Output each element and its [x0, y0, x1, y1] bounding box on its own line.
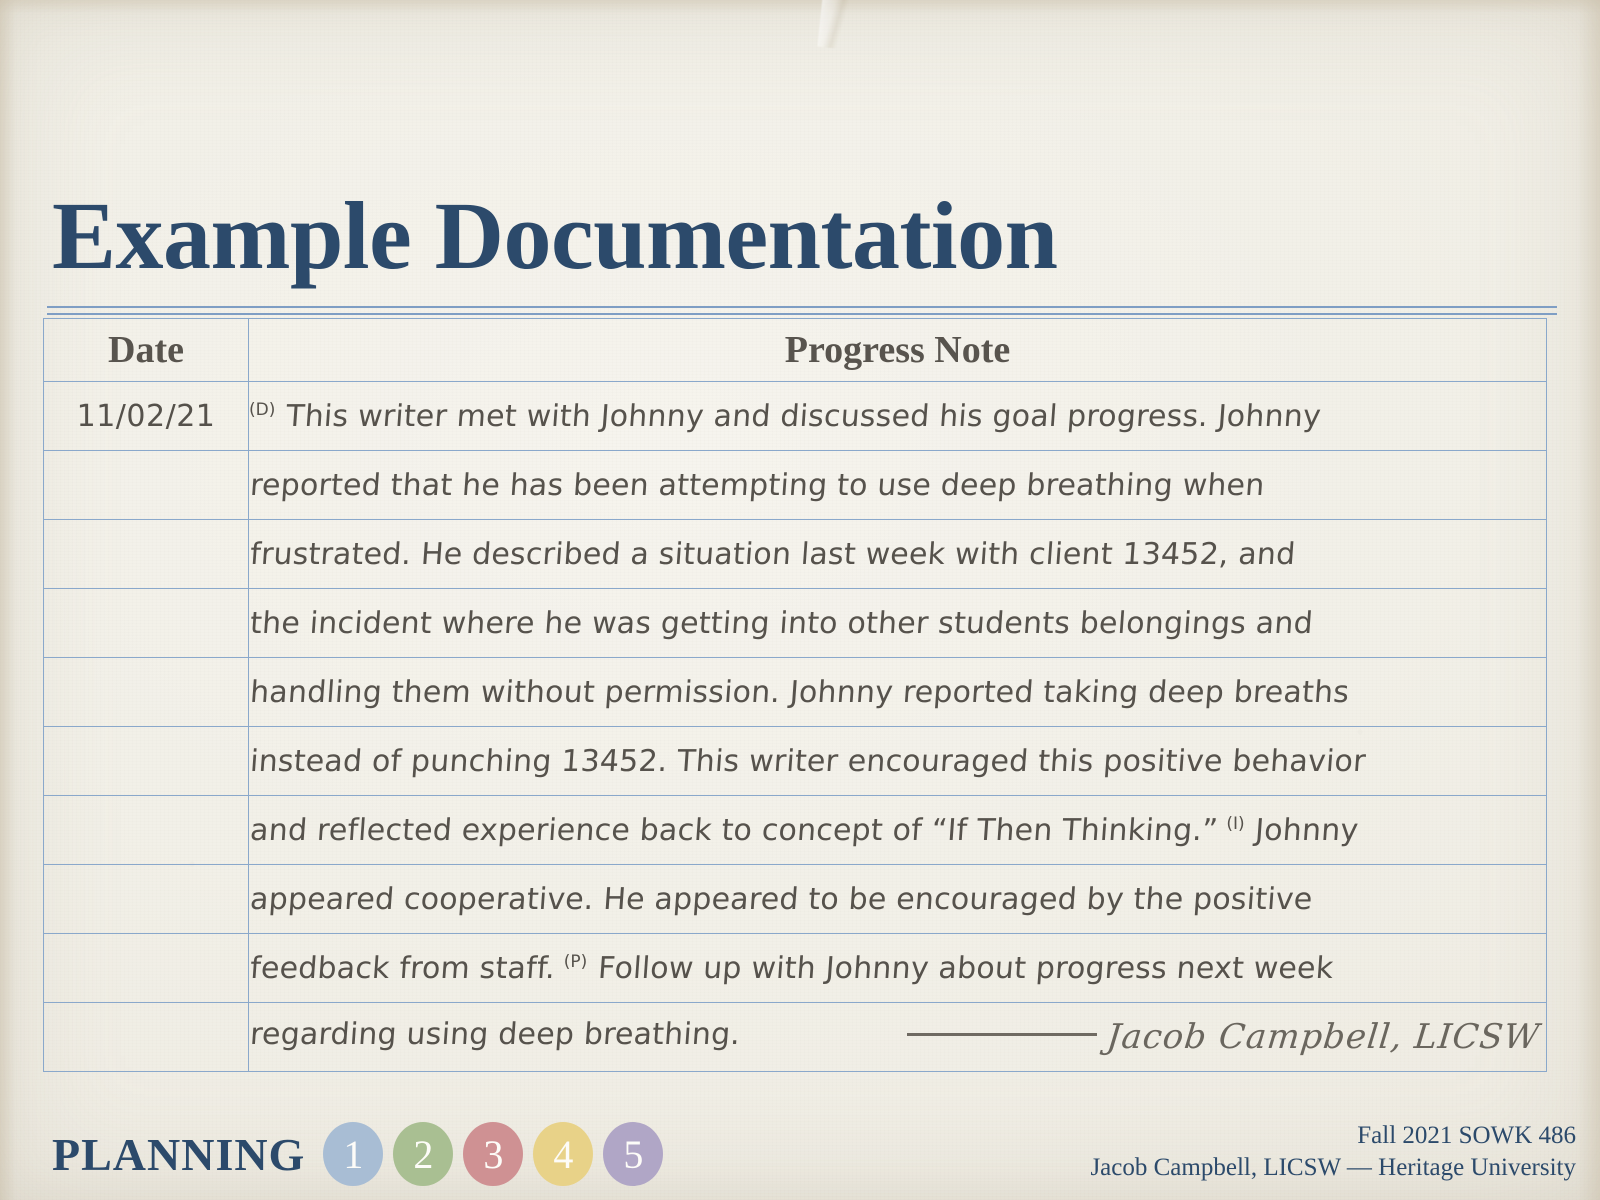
paper-edge-right — [1578, 0, 1600, 1200]
note-text: and reflected experience back to concept… — [249, 812, 1220, 848]
note-line: feedback from staff. (P) Follow up with … — [248, 933, 1547, 1003]
course-line: Fall 2021 SOWK 486 — [1357, 1122, 1576, 1149]
note-text-continued: Follow up with Johnny about progress nex… — [596, 950, 1335, 986]
table-header-row: Date Progress Note — [43, 318, 1547, 382]
note-date-value: 11/02/21 — [43, 381, 249, 451]
date-cell-empty — [43, 1002, 249, 1072]
column-header-progress-note: Progress Note — [248, 318, 1547, 382]
note-line: appeared cooperative. He appeared to be … — [248, 864, 1547, 934]
note-text-continued: Johnny — [1254, 812, 1361, 848]
column-header-date: Date — [43, 318, 249, 382]
step-dot-1[interactable]: 1 — [323, 1122, 384, 1186]
footer-left-group: PLANNING 12345 — [52, 1122, 664, 1186]
paper-edge-top — [0, 0, 1600, 14]
planning-label: PLANNING — [52, 1128, 306, 1180]
slide-title: Example Documentation — [52, 182, 1058, 290]
note-text: frustrated. He described a situation las… — [249, 536, 1297, 572]
progress-note-table: Date Progress Note 11/02/21 (D) This writ… — [43, 318, 1547, 1072]
dap-marker-intervention: (I) — [1226, 813, 1245, 834]
slide-canvas: Example Documentation Date Progress Note… — [0, 0, 1600, 1200]
step-dot-3[interactable]: 3 — [463, 1122, 524, 1186]
date-cell-empty — [43, 657, 249, 727]
step-dot-4[interactable]: 4 — [533, 1122, 594, 1186]
table-header: Date Progress Note — [43, 318, 1547, 382]
paper-crease — [817, 0, 849, 50]
paper-edge-left — [0, 0, 16, 1200]
footer-right-group: Fall 2021 SOWK 486 Jacob Campbell, LICSW… — [1090, 1120, 1576, 1184]
dap-marker-data: (D) — [249, 399, 276, 420]
table-row: the incident where he was getting into o… — [43, 588, 1547, 658]
signature-block: Jacob Campbell, LICSW — [907, 1017, 1546, 1057]
note-text: the incident where he was getting into o… — [249, 605, 1315, 641]
note-text: feedback from staff. — [249, 950, 557, 986]
note-line: frustrated. He described a situation las… — [248, 519, 1547, 589]
note-line: the incident where he was getting into o… — [248, 588, 1547, 658]
table-body: 11/02/21 (D) This writer met with Johnny … — [43, 381, 1547, 1072]
step-indicator-group: 12345 — [323, 1122, 664, 1186]
note-line: instead of punching 13452. This writer e… — [248, 726, 1547, 796]
note-line: regarding using deep breathing. Jacob Cam… — [248, 1002, 1547, 1072]
date-cell-empty — [43, 450, 249, 520]
note-line: reported that he has been attempting to … — [248, 450, 1547, 520]
table-row: frustrated. He described a situation las… — [43, 519, 1547, 589]
dap-marker-plan: (P) — [563, 951, 588, 972]
note-line: (D) This writer met with Johnny and disc… — [248, 381, 1547, 451]
note-line: handling them without permission. Johnny… — [248, 657, 1547, 727]
date-cell-empty — [43, 795, 249, 865]
table-row: and reflected experience back to concept… — [43, 795, 1547, 865]
note-line: and reflected experience back to concept… — [248, 795, 1547, 865]
note-text: This writer met with Johnny and discusse… — [285, 398, 1323, 434]
signature-text: Jacob Campbell, LICSW — [1105, 1017, 1543, 1057]
table-row: 11/02/21 (D) This writer met with Johnny … — [43, 381, 1547, 451]
date-cell-empty — [43, 726, 249, 796]
note-text: appeared cooperative. He appeared to be … — [249, 881, 1314, 917]
table-row: instead of punching 13452. This writer e… — [43, 726, 1547, 796]
date-cell-empty — [43, 519, 249, 589]
date-cell-empty — [43, 864, 249, 934]
table-row: appeared cooperative. He appeared to be … — [43, 864, 1547, 934]
date-cell-empty — [43, 933, 249, 1003]
note-text: instead of punching 13452. This writer e… — [249, 743, 1367, 779]
step-dot-2[interactable]: 2 — [393, 1122, 454, 1186]
signature-rule — [907, 1032, 1098, 1036]
step-dot-5[interactable]: 5 — [603, 1122, 664, 1186]
date-cell-empty — [43, 588, 249, 658]
attribution-line: Jacob Campbell, LICSW — Heritage Univers… — [1090, 1154, 1576, 1181]
table-row: reported that he has been attempting to … — [43, 450, 1547, 520]
note-text: regarding using deep breathing. — [249, 1017, 742, 1052]
note-text: handling them without permission. Johnny… — [249, 674, 1351, 710]
header-double-rule — [47, 306, 1557, 315]
note-text: reported that he has been attempting to … — [249, 467, 1266, 503]
table-row: handling them without permission. Johnny… — [43, 657, 1547, 727]
table-row: regarding using deep breathing. Jacob Cam… — [43, 1002, 1547, 1072]
table-row: feedback from staff. (P) Follow up with … — [43, 933, 1547, 1003]
